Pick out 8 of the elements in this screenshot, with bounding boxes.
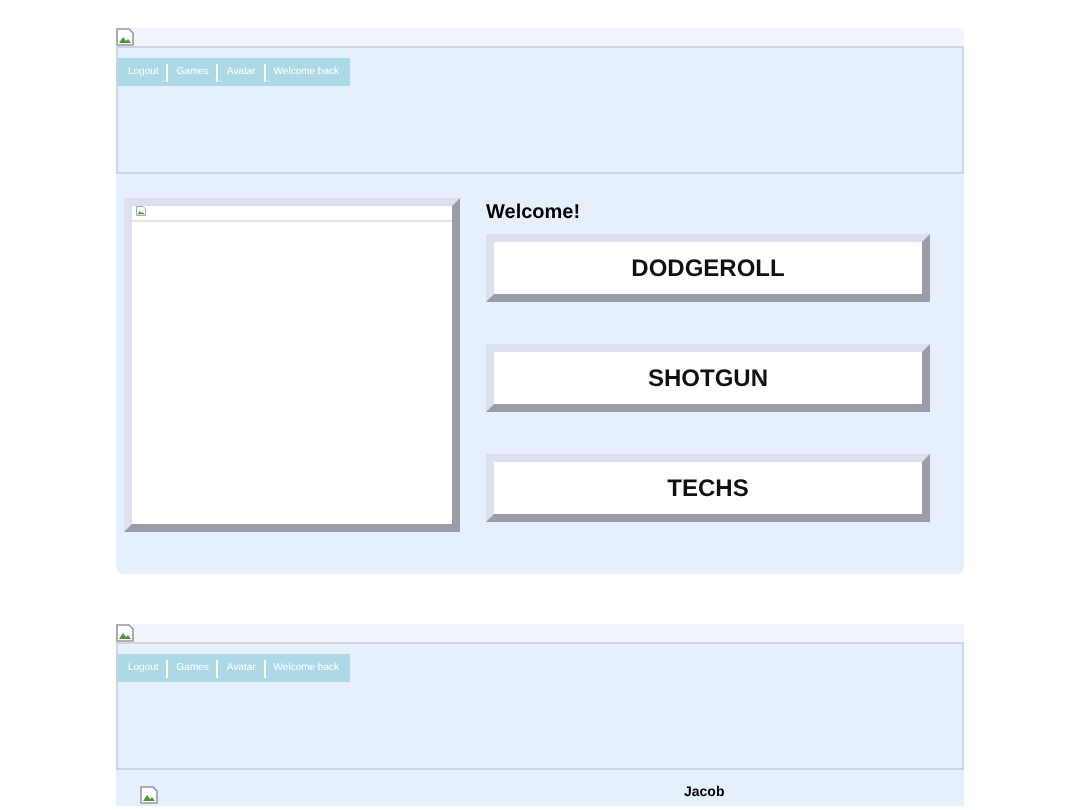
menu-button[interactable]: TECHS xyxy=(486,454,930,522)
broken-image-icon xyxy=(116,28,134,46)
menu-button[interactable]: DODGEROLL xyxy=(486,234,930,302)
broken-image-icon xyxy=(140,786,158,804)
broken-image-icon xyxy=(116,624,134,642)
menu-button[interactable]: SHOTGUN xyxy=(486,344,930,412)
broken-image-icon xyxy=(136,206,146,216)
welcome-text: Welcome! xyxy=(486,202,583,224)
